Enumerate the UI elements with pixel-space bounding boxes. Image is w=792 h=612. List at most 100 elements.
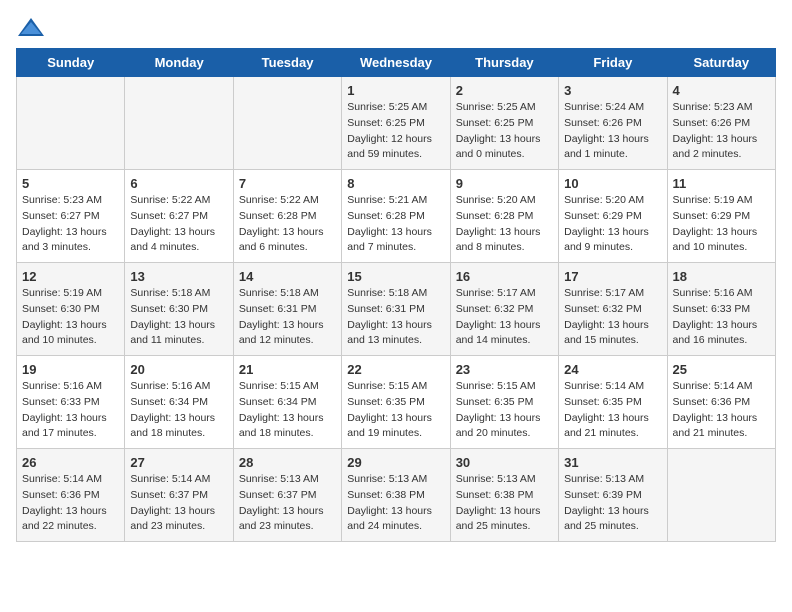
calendar-cell: 27 Sunrise: 5:14 AMSunset: 6:37 PMDayligh…: [125, 449, 233, 542]
col-header-friday: Friday: [559, 49, 667, 77]
col-header-tuesday: Tuesday: [233, 49, 341, 77]
day-info: Sunrise: 5:20 AMSunset: 6:28 PMDaylight:…: [456, 193, 553, 256]
day-number: 26: [22, 455, 119, 470]
day-info: Sunrise: 5:17 AMSunset: 6:32 PMDaylight:…: [564, 286, 661, 349]
day-number: 7: [239, 176, 336, 191]
week-row-4: 19 Sunrise: 5:16 AMSunset: 6:33 PMDayligh…: [17, 356, 776, 449]
logo: [16, 16, 50, 40]
day-number: 15: [347, 269, 444, 284]
day-info: Sunrise: 5:23 AMSunset: 6:26 PMDaylight:…: [673, 100, 770, 163]
calendar-cell: 16 Sunrise: 5:17 AMSunset: 6:32 PMDayligh…: [450, 263, 558, 356]
day-info: Sunrise: 5:25 AMSunset: 6:25 PMDaylight:…: [456, 100, 553, 163]
col-header-saturday: Saturday: [667, 49, 775, 77]
col-header-monday: Monday: [125, 49, 233, 77]
day-info: Sunrise: 5:14 AMSunset: 6:36 PMDaylight:…: [673, 379, 770, 442]
day-info: Sunrise: 5:18 AMSunset: 6:31 PMDaylight:…: [239, 286, 336, 349]
calendar-cell: 26 Sunrise: 5:14 AMSunset: 6:36 PMDayligh…: [17, 449, 125, 542]
day-info: Sunrise: 5:17 AMSunset: 6:32 PMDaylight:…: [456, 286, 553, 349]
day-number: 24: [564, 362, 661, 377]
calendar-cell: 25 Sunrise: 5:14 AMSunset: 6:36 PMDayligh…: [667, 356, 775, 449]
day-number: 11: [673, 176, 770, 191]
day-number: 23: [456, 362, 553, 377]
day-info: Sunrise: 5:16 AMSunset: 6:33 PMDaylight:…: [22, 379, 119, 442]
day-number: 27: [130, 455, 227, 470]
week-row-2: 5 Sunrise: 5:23 AMSunset: 6:27 PMDaylight…: [17, 170, 776, 263]
day-info: Sunrise: 5:13 AMSunset: 6:38 PMDaylight:…: [347, 472, 444, 535]
day-number: 17: [564, 269, 661, 284]
day-info: Sunrise: 5:16 AMSunset: 6:34 PMDaylight:…: [130, 379, 227, 442]
calendar-cell: 30Sunrise: 5:13 AMSunset: 6:38 PMDayligh…: [450, 449, 558, 542]
day-info: Sunrise: 5:14 AMSunset: 6:37 PMDaylight:…: [130, 472, 227, 535]
calendar-cell: [17, 77, 125, 170]
day-number: 25: [673, 362, 770, 377]
day-number: 21: [239, 362, 336, 377]
day-number: 28: [239, 455, 336, 470]
day-info: Sunrise: 5:13 AMSunset: 6:38 PMDaylight:…: [456, 472, 553, 535]
calendar-cell: [125, 77, 233, 170]
day-info: Sunrise: 5:24 AMSunset: 6:26 PMDaylight:…: [564, 100, 661, 163]
col-header-sunday: Sunday: [17, 49, 125, 77]
calendar-cell: 13 Sunrise: 5:18 AMSunset: 6:30 PMDayligh…: [125, 263, 233, 356]
day-number: 20: [130, 362, 227, 377]
day-info: Sunrise: 5:22 AMSunset: 6:27 PMDaylight:…: [130, 193, 227, 256]
calendar-cell: 28Sunrise: 5:13 AMSunset: 6:37 PMDayligh…: [233, 449, 341, 542]
calendar-cell: 20 Sunrise: 5:16 AMSunset: 6:34 PMDayligh…: [125, 356, 233, 449]
day-info: Sunrise: 5:21 AMSunset: 6:28 PMDaylight:…: [347, 193, 444, 256]
day-info: Sunrise: 5:13 AMSunset: 6:39 PMDaylight:…: [564, 472, 661, 535]
calendar-cell: 19 Sunrise: 5:16 AMSunset: 6:33 PMDayligh…: [17, 356, 125, 449]
day-number: 6: [130, 176, 227, 191]
day-number: 22: [347, 362, 444, 377]
week-row-5: 26 Sunrise: 5:14 AMSunset: 6:36 PMDayligh…: [17, 449, 776, 542]
day-number: 4: [673, 83, 770, 98]
day-info: Sunrise: 5:15 AMSunset: 6:35 PMDaylight:…: [456, 379, 553, 442]
day-number: 18: [673, 269, 770, 284]
logo-icon: [16, 16, 46, 40]
day-info: Sunrise: 5:15 AMSunset: 6:34 PMDaylight:…: [239, 379, 336, 442]
day-number: 5: [22, 176, 119, 191]
day-number: 12: [22, 269, 119, 284]
day-number: 31: [564, 455, 661, 470]
day-number: 29: [347, 455, 444, 470]
header-row: SundayMondayTuesdayWednesdayThursdayFrid…: [17, 49, 776, 77]
day-number: 10: [564, 176, 661, 191]
col-header-wednesday: Wednesday: [342, 49, 450, 77]
day-info: Sunrise: 5:23 AMSunset: 6:27 PMDaylight:…: [22, 193, 119, 256]
calendar-cell: [667, 449, 775, 542]
calendar-cell: 31 Sunrise: 5:13 AMSunset: 6:39 PMDayligh…: [559, 449, 667, 542]
calendar-cell: 1 Sunrise: 5:25 AMSunset: 6:25 PMDaylight…: [342, 77, 450, 170]
calendar-cell: 5 Sunrise: 5:23 AMSunset: 6:27 PMDaylight…: [17, 170, 125, 263]
calendar-cell: 18Sunrise: 5:16 AMSunset: 6:33 PMDayligh…: [667, 263, 775, 356]
calendar-cell: 12 Sunrise: 5:19 AMSunset: 6:30 PMDayligh…: [17, 263, 125, 356]
col-header-thursday: Thursday: [450, 49, 558, 77]
day-info: Sunrise: 5:22 AMSunset: 6:28 PMDaylight:…: [239, 193, 336, 256]
day-info: Sunrise: 5:14 AMSunset: 6:36 PMDaylight:…: [22, 472, 119, 535]
calendar-cell: [233, 77, 341, 170]
calendar-cell: 8 Sunrise: 5:21 AMSunset: 6:28 PMDaylight…: [342, 170, 450, 263]
day-number: 8: [347, 176, 444, 191]
day-number: 2: [456, 83, 553, 98]
page-header: [16, 16, 776, 40]
calendar-cell: 23 Sunrise: 5:15 AMSunset: 6:35 PMDayligh…: [450, 356, 558, 449]
calendar-cell: 9Sunrise: 5:20 AMSunset: 6:28 PMDaylight…: [450, 170, 558, 263]
calendar-cell: 22 Sunrise: 5:15 AMSunset: 6:35 PMDayligh…: [342, 356, 450, 449]
day-info: Sunrise: 5:15 AMSunset: 6:35 PMDaylight:…: [347, 379, 444, 442]
calendar-cell: 3Sunrise: 5:24 AMSunset: 6:26 PMDaylight…: [559, 77, 667, 170]
day-info: Sunrise: 5:19 AMSunset: 6:30 PMDaylight:…: [22, 286, 119, 349]
day-number: 19: [22, 362, 119, 377]
calendar-cell: 7 Sunrise: 5:22 AMSunset: 6:28 PMDaylight…: [233, 170, 341, 263]
calendar-cell: 14 Sunrise: 5:18 AMSunset: 6:31 PMDayligh…: [233, 263, 341, 356]
day-info: Sunrise: 5:18 AMSunset: 6:31 PMDaylight:…: [347, 286, 444, 349]
calendar-cell: 6 Sunrise: 5:22 AMSunset: 6:27 PMDaylight…: [125, 170, 233, 263]
day-number: 13: [130, 269, 227, 284]
calendar-cell: 21 Sunrise: 5:15 AMSunset: 6:34 PMDayligh…: [233, 356, 341, 449]
day-info: Sunrise: 5:20 AMSunset: 6:29 PMDaylight:…: [564, 193, 661, 256]
calendar-cell: 4 Sunrise: 5:23 AMSunset: 6:26 PMDaylight…: [667, 77, 775, 170]
day-info: Sunrise: 5:18 AMSunset: 6:30 PMDaylight:…: [130, 286, 227, 349]
day-number: 1: [347, 83, 444, 98]
calendar-cell: 17 Sunrise: 5:17 AMSunset: 6:32 PMDayligh…: [559, 263, 667, 356]
day-info: Sunrise: 5:19 AMSunset: 6:29 PMDaylight:…: [673, 193, 770, 256]
day-number: 14: [239, 269, 336, 284]
day-info: Sunrise: 5:25 AMSunset: 6:25 PMDaylight:…: [347, 100, 444, 163]
day-number: 16: [456, 269, 553, 284]
calendar-cell: 24Sunrise: 5:14 AMSunset: 6:35 PMDayligh…: [559, 356, 667, 449]
